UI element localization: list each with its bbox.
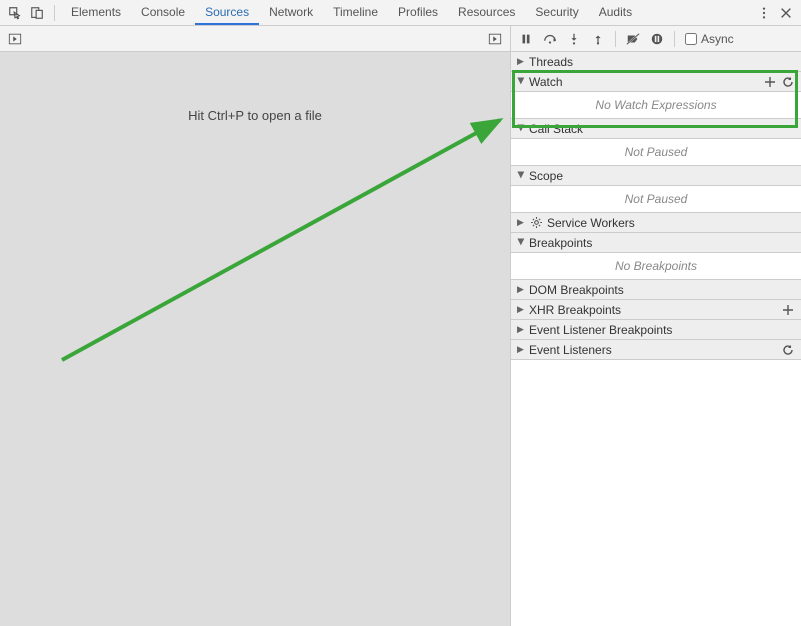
async-label: Async — [701, 32, 734, 46]
panel-threads-label: Threads — [529, 55, 573, 69]
step-into-icon[interactable] — [563, 28, 585, 50]
panel-watch-label: Watch — [529, 75, 563, 89]
step-out-icon[interactable] — [587, 28, 609, 50]
add-watch-icon[interactable] — [763, 75, 777, 89]
chevron-right-icon: ▶ — [517, 304, 525, 315]
tab-sources[interactable]: Sources — [195, 0, 259, 25]
chevron-right-icon: ▶ — [517, 56, 525, 67]
debugger-pane: Async ▶ Threads ▶ Watch No Watch Express… — [511, 26, 801, 626]
editor-pane: Hit Ctrl+P to open a file — [0, 26, 511, 626]
panel-dom-breakpoints[interactable]: ▶ DOM Breakpoints — [511, 280, 801, 300]
panel-callstack[interactable]: ▶ Call Stack — [511, 119, 801, 139]
inspect-element-icon[interactable] — [4, 2, 26, 24]
devtools-tabs: Elements Console Sources Network Timelin… — [61, 0, 642, 25]
panel-event-listeners-label: Event Listeners — [529, 343, 612, 357]
panel-callstack-body: Not Paused — [511, 139, 801, 166]
editor-toolbar — [0, 26, 510, 52]
panel-event-listener-breakpoints[interactable]: ▶ Event Listener Breakpoints — [511, 320, 801, 340]
chevron-down-icon: ▶ — [516, 78, 527, 86]
pause-script-icon[interactable] — [515, 28, 537, 50]
panel-dom-breakpoints-label: DOM Breakpoints — [529, 283, 624, 297]
refresh-event-listeners-icon[interactable] — [781, 343, 795, 357]
chevron-right-icon: ▶ — [517, 344, 525, 355]
add-xhr-breakpoint-icon[interactable] — [781, 303, 795, 317]
panel-service-workers-label: Service Workers — [547, 216, 635, 230]
debugger-toolbar: Async — [511, 26, 801, 52]
main-area: Hit Ctrl+P to open a file — [0, 26, 801, 626]
panel-watch-body: No Watch Expressions — [511, 92, 801, 119]
separator — [674, 31, 675, 47]
panel-breakpoints[interactable]: ▶ Breakpoints — [511, 233, 801, 253]
async-checkbox[interactable]: Async — [685, 32, 734, 46]
panel-event-listener-breakpoints-label: Event Listener Breakpoints — [529, 323, 672, 337]
close-devtools-icon[interactable] — [775, 2, 797, 24]
show-navigator-icon[interactable] — [4, 28, 26, 50]
deactivate-breakpoints-icon[interactable] — [622, 28, 644, 50]
panel-watch[interactable]: ▶ Watch — [511, 72, 801, 92]
editor-area: Hit Ctrl+P to open a file — [0, 52, 510, 626]
editor-hint: Hit Ctrl+P to open a file — [188, 108, 322, 123]
tab-timeline[interactable]: Timeline — [323, 0, 388, 25]
separator — [615, 31, 616, 47]
chevron-down-icon: ▶ — [516, 125, 527, 133]
panel-scope[interactable]: ▶ Scope — [511, 166, 801, 186]
panel-xhr-breakpoints-label: XHR Breakpoints — [529, 303, 621, 317]
panel-breakpoints-label: Breakpoints — [529, 236, 592, 250]
more-menu-icon[interactable] — [753, 2, 775, 24]
tab-security[interactable]: Security — [525, 0, 588, 25]
tab-network[interactable]: Network — [259, 0, 323, 25]
chevron-down-icon: ▶ — [516, 172, 527, 180]
tab-audits[interactable]: Audits — [589, 0, 642, 25]
show-debugger-icon[interactable] — [484, 28, 506, 50]
panel-callstack-label: Call Stack — [529, 122, 583, 136]
panel-threads[interactable]: ▶ Threads — [511, 52, 801, 72]
panel-service-workers[interactable]: ▶ Service Workers — [511, 213, 801, 233]
chevron-right-icon: ▶ — [517, 217, 525, 228]
tab-resources[interactable]: Resources — [448, 0, 525, 25]
separator — [54, 5, 55, 21]
gear-icon — [529, 216, 543, 230]
chevron-right-icon: ▶ — [517, 284, 525, 295]
chevron-down-icon: ▶ — [516, 239, 527, 247]
devtools-topbar: Elements Console Sources Network Timelin… — [0, 0, 801, 26]
toggle-device-icon[interactable] — [26, 2, 48, 24]
panel-scope-body: Not Paused — [511, 186, 801, 213]
tab-console[interactable]: Console — [131, 0, 195, 25]
tab-elements[interactable]: Elements — [61, 0, 131, 25]
debugger-panels: ▶ Threads ▶ Watch No Watch Expressions ▶… — [511, 52, 801, 626]
panel-event-listeners[interactable]: ▶ Event Listeners — [511, 340, 801, 360]
step-over-icon[interactable] — [539, 28, 561, 50]
pause-on-exceptions-icon[interactable] — [646, 28, 668, 50]
panel-breakpoints-body: No Breakpoints — [511, 253, 801, 280]
panel-xhr-breakpoints[interactable]: ▶ XHR Breakpoints — [511, 300, 801, 320]
panel-scope-label: Scope — [529, 169, 563, 183]
refresh-watch-icon[interactable] — [781, 75, 795, 89]
async-checkbox-input[interactable] — [685, 33, 697, 45]
chevron-right-icon: ▶ — [517, 324, 525, 335]
tab-profiles[interactable]: Profiles — [388, 0, 448, 25]
